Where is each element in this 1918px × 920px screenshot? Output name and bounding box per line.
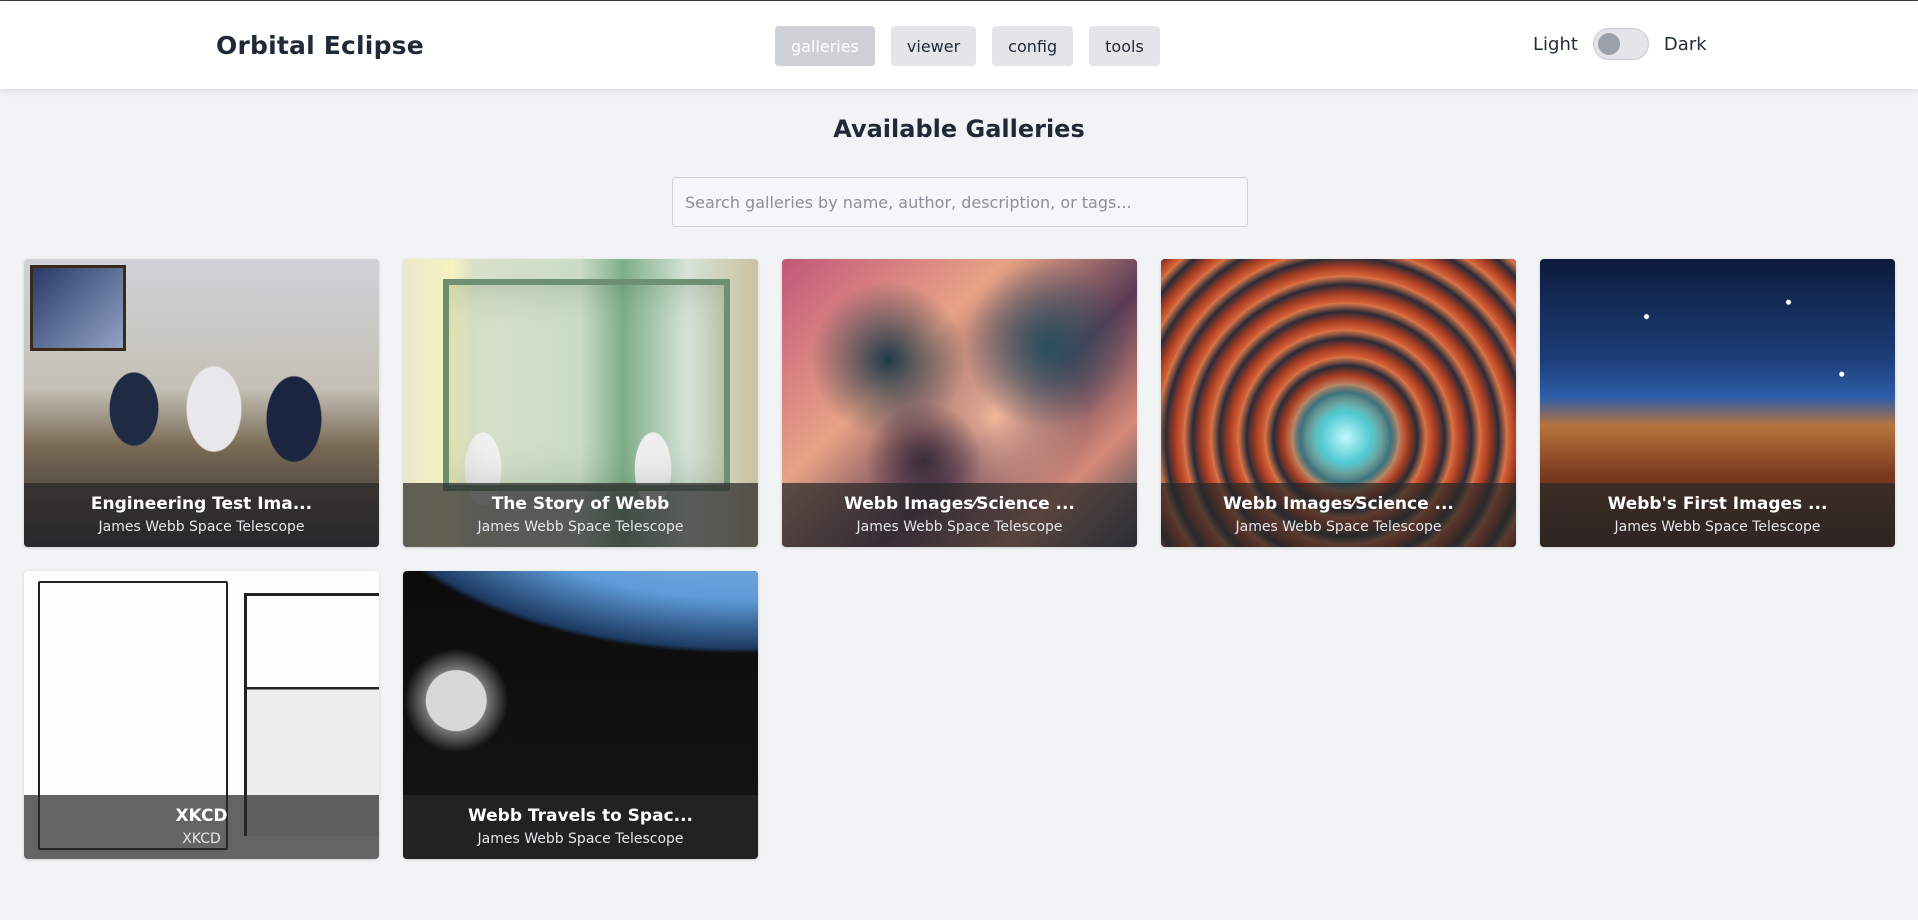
gallery-search-input[interactable]: [672, 177, 1248, 227]
gallery-author: James Webb Space Telescope: [856, 519, 1063, 535]
gallery-card[interactable]: Webb Images⁄Science ... James Webb Space…: [782, 259, 1137, 547]
gallery-card[interactable]: Engineering Test Ima... James Webb Space…: [24, 259, 379, 547]
theme-dark-label: Dark: [1663, 33, 1707, 55]
app-title: Orbital Eclipse: [216, 31, 424, 60]
gallery-caption: Webb Travels to Spac... James Webb Space…: [403, 795, 758, 859]
gallery-card[interactable]: Webb's First Images ... James Webb Space…: [1540, 259, 1895, 547]
gallery-author: James Webb Space Telescope: [1235, 519, 1442, 535]
gallery-caption: Engineering Test Ima... James Webb Space…: [24, 483, 379, 547]
gallery-title: The Story of Webb: [491, 494, 670, 514]
gallery-card[interactable]: XKCD XKCD: [24, 571, 379, 859]
nav-galleries-button[interactable]: galleries: [775, 26, 875, 66]
gallery-author: James Webb Space Telescope: [477, 831, 684, 847]
top-navbar: Orbital Eclipse galleries viewer config …: [0, 1, 1918, 89]
gallery-author: XKCD: [182, 831, 221, 847]
gallery-title: Engineering Test Ima...: [90, 494, 313, 514]
gallery-card[interactable]: The Story of Webb James Webb Space Teles…: [403, 259, 758, 547]
gallery-title: Webb Images⁄Science ...: [844, 494, 1075, 514]
gallery-caption: Webb's First Images ... James Webb Space…: [1540, 483, 1895, 547]
nav-tools-button[interactable]: tools: [1089, 26, 1160, 66]
gallery-caption: Webb Images⁄Science ... James Webb Space…: [782, 483, 1137, 547]
gallery-title: Webb Travels to Spac...: [467, 806, 694, 826]
gallery-author: James Webb Space Telescope: [98, 519, 305, 535]
gallery-caption: XKCD XKCD: [24, 795, 379, 859]
nav-viewer-button[interactable]: viewer: [890, 26, 977, 66]
main-nav: galleries viewer config tools: [775, 26, 1160, 66]
gallery-author: James Webb Space Telescope: [1614, 519, 1821, 535]
gallery-caption: Webb Images⁄Science ... James Webb Space…: [1161, 483, 1516, 547]
gallery-card[interactable]: Webb Travels to Spac... James Webb Space…: [403, 571, 758, 859]
gallery-author: James Webb Space Telescope: [477, 519, 684, 535]
theme-toggle-switch[interactable]: [1592, 28, 1649, 60]
toggle-knob: [1597, 33, 1620, 55]
gallery-card[interactable]: Webb Images⁄Science ... James Webb Space…: [1161, 259, 1516, 547]
theme-light-label: Light: [1533, 33, 1578, 55]
gallery-title: XKCD: [175, 806, 228, 826]
page-title: Available Galleries: [833, 115, 1085, 143]
nav-config-button[interactable]: config: [992, 26, 1074, 66]
gallery-title: Webb's First Images ...: [1607, 494, 1828, 514]
gallery-title: Webb Images⁄Science ...: [1223, 494, 1454, 514]
gallery-caption: The Story of Webb James Webb Space Teles…: [403, 483, 758, 547]
gallery-grid: Engineering Test Ima... James Webb Space…: [24, 259, 1898, 859]
theme-switcher: Light Dark: [1533, 28, 1707, 60]
